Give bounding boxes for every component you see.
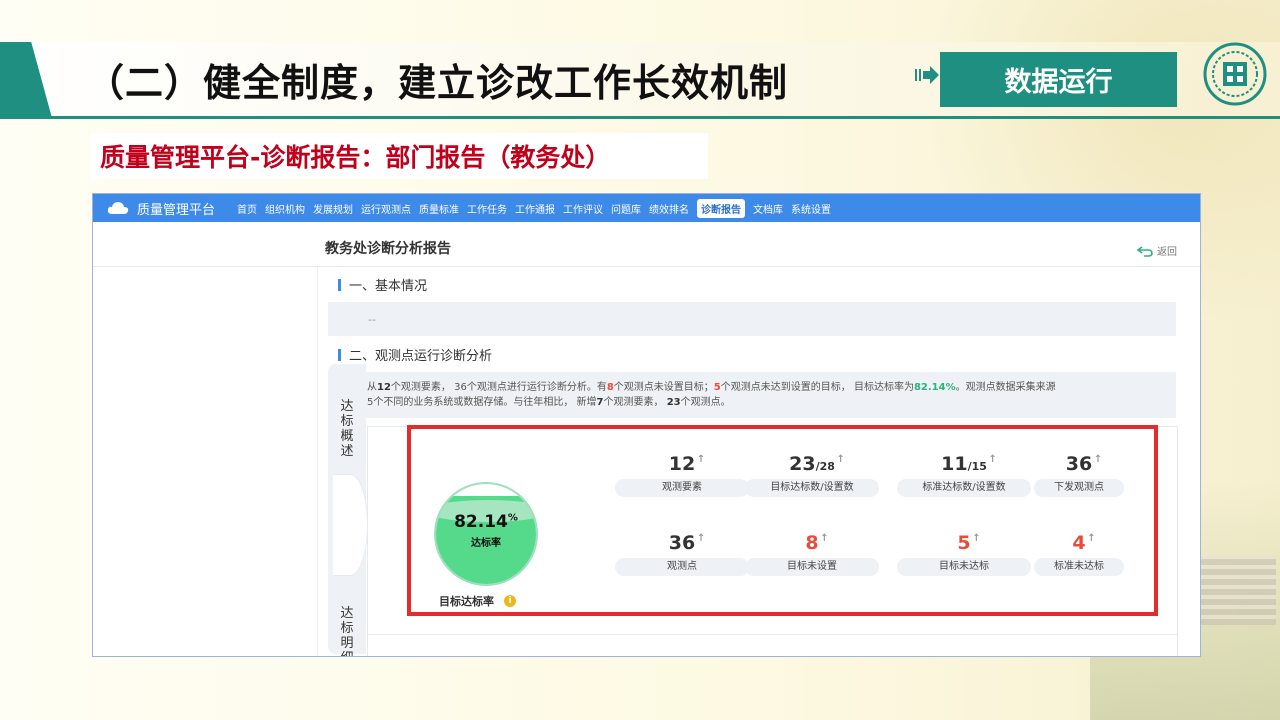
arrow-right-icon bbox=[915, 66, 939, 84]
details-panel bbox=[367, 634, 1178, 656]
report-header bbox=[93, 222, 1200, 267]
tab-overview[interactable]: 达标概述 bbox=[330, 399, 364, 459]
subtitle-box: 质量管理平台-诊断报告：部门报告（教务处） bbox=[90, 133, 708, 179]
section-analysis-heading: 二、观测点运行诊断分析 bbox=[338, 345, 492, 364]
summary-rate: 82.14% bbox=[913, 382, 956, 393]
summary-number: 23 bbox=[666, 397, 681, 408]
report-title: 教务处诊断分析报告 bbox=[325, 241, 451, 257]
summary-number: 7 bbox=[596, 397, 604, 408]
brand-name: 质量管理平台 bbox=[137, 202, 216, 218]
nav-development-plan[interactable]: 发展规划 bbox=[313, 201, 353, 216]
left-blank-area bbox=[93, 267, 318, 656]
nav-issues[interactable]: 问题库 bbox=[611, 201, 641, 216]
section-basic-title: 一、基本情况 bbox=[349, 279, 428, 294]
nav-observation-points[interactable]: 运行观测点 bbox=[361, 201, 411, 216]
nav-tasks[interactable]: 工作任务 bbox=[467, 201, 507, 216]
school-logo bbox=[1203, 42, 1267, 106]
nav-home[interactable]: 首页 bbox=[237, 201, 257, 216]
summary-text: 从12个观测要素， 36个观测点进行运行诊断分析。有8个观测点未设置目标；5个观… bbox=[367, 380, 1173, 410]
nav-settings[interactable]: 系统设置 bbox=[791, 201, 831, 216]
cloud-icon bbox=[107, 202, 129, 214]
nav-documents[interactable]: 文档库 bbox=[753, 201, 783, 216]
summary-number: 5 bbox=[713, 382, 721, 393]
summary-part: 从 bbox=[367, 382, 377, 393]
slide-header: （二）健全制度，建立诊改工作长效机制 数据运行 bbox=[0, 0, 1280, 119]
section-marker bbox=[338, 348, 341, 361]
subtitle: 质量管理平台-诊断报告：部门报告（教务处） bbox=[100, 143, 611, 172]
summary-part: 5个不同的业务系统或数据存储。与往年相比， 新增 bbox=[367, 397, 597, 408]
tab-details[interactable]: 达标明细 bbox=[330, 606, 364, 656]
summary-number: 12 bbox=[377, 382, 391, 393]
basic-info-value: -- bbox=[368, 313, 376, 326]
back-label: 返回 bbox=[1157, 247, 1177, 258]
section-badge: 数据运行 bbox=[940, 52, 1177, 107]
section-analysis-title: 二、观测点运行诊断分析 bbox=[349, 349, 493, 364]
summary-part: 个观测要素， bbox=[603, 397, 667, 408]
return-arrow-icon bbox=[1137, 245, 1153, 257]
summary-part: 个观测点。 bbox=[680, 397, 731, 408]
tab-overview-label: 达标概述 bbox=[340, 399, 354, 459]
tab-divider-curve bbox=[333, 474, 368, 576]
brand[interactable]: 质量管理平台 bbox=[107, 199, 215, 218]
summary-part: 。观测点数据采集来源 bbox=[955, 382, 1056, 393]
nav-reviews[interactable]: 工作评议 bbox=[563, 201, 603, 216]
top-nav-bar: 质量管理平台 首页 组织机构 发展规划 运行观测点 质量标准 工作任务 工作通报… bbox=[93, 194, 1200, 222]
slide-title: （二）健全制度，建立诊改工作长效机制 bbox=[86, 61, 789, 105]
nav-performance-ranking[interactable]: 绩效排名 bbox=[649, 201, 689, 216]
summary-number: 8 bbox=[606, 382, 614, 393]
summary-part: 个观测点未设置目标； bbox=[613, 382, 714, 393]
tab-details-label: 达标明细 bbox=[340, 606, 354, 656]
section-basic-heading: 一、基本情况 bbox=[338, 275, 427, 294]
summary-part: 个观测点未达到设置的目标， 目标达标率为 bbox=[720, 382, 914, 393]
nav-bulletins[interactable]: 工作通报 bbox=[515, 201, 555, 216]
summary-part: 个观测要素， 36个观测点进行运行诊断分析。有 bbox=[390, 382, 607, 393]
nav-diagnosis-report[interactable]: 诊断报告 bbox=[697, 198, 746, 218]
header-divider bbox=[0, 116, 1280, 119]
nav-organization[interactable]: 组织机构 bbox=[265, 201, 305, 216]
section-marker bbox=[338, 278, 341, 291]
highlight-box bbox=[407, 425, 1158, 616]
back-button[interactable]: 返回 bbox=[1137, 243, 1177, 258]
background-building bbox=[1200, 555, 1276, 625]
basic-info-box bbox=[328, 302, 1176, 336]
nav-quality-standards[interactable]: 质量标准 bbox=[419, 201, 459, 216]
